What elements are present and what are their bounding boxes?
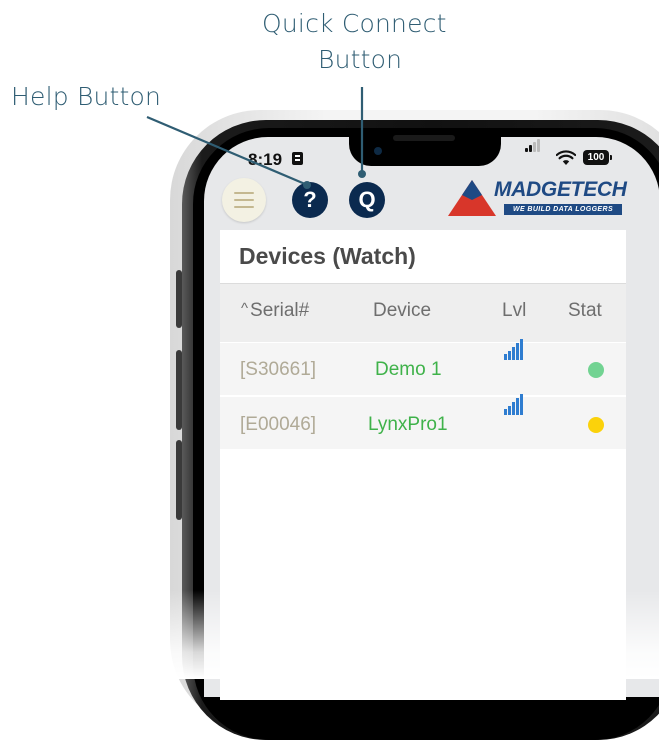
quick-connect-callout-line2: Button	[318, 45, 403, 74]
sim-icon	[292, 152, 303, 165]
row-device-name: Demo 1	[375, 359, 442, 380]
quick-connect-button[interactable]: Q	[349, 182, 385, 218]
status-dot	[588, 417, 604, 433]
logo-name: MADGETECH	[494, 178, 627, 201]
wifi-icon	[556, 150, 576, 165]
column-header-serial-label: Serial#	[250, 300, 310, 321]
camera-icon	[374, 147, 382, 155]
hamburger-icon-bar	[234, 206, 254, 208]
madgetech-logo: MADGETECH WE BUILD DATA LOGGERS	[446, 178, 627, 218]
speaker-grille	[393, 135, 455, 141]
logo-tagline: WE BUILD DATA LOGGERS	[504, 204, 622, 215]
column-header-lvl[interactable]: Lvl	[502, 300, 526, 322]
row-serial: [S30661]	[240, 359, 317, 380]
phone-side-button	[176, 270, 182, 328]
column-header-device[interactable]: Device	[373, 300, 431, 322]
menu-button[interactable]	[222, 178, 266, 222]
battery-icon: 100	[583, 150, 612, 165]
column-header-serial[interactable]: ^ Serial#	[241, 300, 309, 322]
sort-caret-icon: ^	[241, 300, 249, 317]
quick-connect-callout-line1: Quick Connect	[262, 9, 447, 38]
phone-side-button	[176, 350, 182, 430]
row-serial: [E00046]	[240, 414, 317, 435]
page-title: Devices (Watch)	[239, 243, 416, 269]
status-time: 8:19	[248, 150, 283, 169]
help-button[interactable]: ?	[292, 182, 328, 218]
phone-side-button	[176, 440, 182, 520]
hamburger-icon	[234, 192, 254, 194]
row-device-name: LynxPro1	[368, 414, 448, 435]
column-header-stat[interactable]: Stat	[568, 300, 602, 322]
hamburger-icon-bar	[234, 199, 254, 201]
help-button-callout: Help Button	[11, 82, 162, 111]
status-dot	[588, 362, 604, 378]
